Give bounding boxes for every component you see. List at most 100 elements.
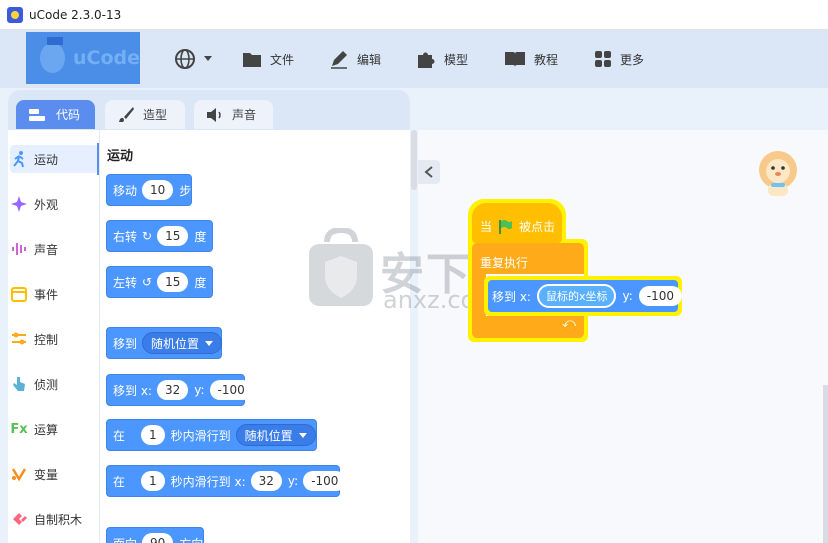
menu-more-label: 更多 xyxy=(620,52,645,67)
folder-icon xyxy=(243,53,261,67)
palette-section-title: 运动 xyxy=(107,149,134,164)
menu-edit-label: 编辑 xyxy=(357,52,382,67)
tab-code[interactable]: 代码 xyxy=(16,100,95,129)
y-input[interactable]: -100 xyxy=(303,471,347,491)
magic-wand-icon xyxy=(10,195,28,213)
waveform-icon xyxy=(10,240,28,258)
chevron-left-icon xyxy=(424,166,433,178)
block-label: 右转 xyxy=(113,229,138,244)
sliders-icon xyxy=(10,330,28,348)
category-variables-label: 变量 xyxy=(34,467,59,482)
hat-prefix: 当 xyxy=(480,220,493,234)
collapse-panel-button[interactable] xyxy=(418,160,440,184)
category-motion[interactable]: 运动 xyxy=(10,145,98,173)
category-operators[interactable]: Fx 运算 xyxy=(10,415,90,443)
globe-icon xyxy=(175,49,195,69)
category-my-blocks[interactable]: 自制积木 xyxy=(10,505,90,533)
rotate-counterclockwise-icon: ↺ xyxy=(142,275,153,289)
running-icon xyxy=(10,150,28,168)
block-unit: 度 xyxy=(194,275,207,290)
block-goto-target[interactable]: 移到 随机位置 xyxy=(106,327,223,359)
direction-input[interactable]: 90 xyxy=(142,533,174,543)
y-input[interactable]: -100 xyxy=(638,286,682,306)
x-input[interactable]: 32 xyxy=(250,471,282,491)
block-move-steps[interactable]: 移动 10 步 xyxy=(106,174,192,206)
seconds-input[interactable]: 1 xyxy=(141,425,165,445)
block-glide-xy[interactable]: 在 1 秒内滑行到 x: 32 y: -100 xyxy=(106,465,347,497)
block-label: 在 xyxy=(113,428,126,443)
category-sound[interactable]: 声音 xyxy=(10,235,90,263)
book-icon xyxy=(505,52,525,67)
script-when-flag-clicked[interactable]: 当 被点击 xyxy=(472,203,562,243)
block-label: 在 xyxy=(113,474,126,489)
palette-scrollbar[interactable] xyxy=(411,130,417,190)
forever-label: 重复执行 xyxy=(480,256,529,270)
menu-file[interactable]: 文件 xyxy=(242,48,294,70)
script-goto-xy-block[interactable]: 移到 x: 鼠标的x坐标 y: -100 xyxy=(488,280,682,312)
target-dropdown[interactable]: 随机位置 xyxy=(142,332,223,354)
x-input[interactable]: 32 xyxy=(156,380,189,400)
ucode-logo[interactable]: uCode xyxy=(26,32,140,84)
block-glide-target[interactable]: 在 1 秒内滑行到 随机位置 xyxy=(106,419,317,451)
category-sensing-label: 侦测 xyxy=(34,377,59,392)
category-looks-label: 外观 xyxy=(34,197,59,212)
block-label: 秒内滑行到 xyxy=(170,428,231,443)
menu-model[interactable]: 模型 xyxy=(416,48,468,70)
block-label: 面向 xyxy=(113,535,137,543)
custom-block-icon xyxy=(10,510,28,528)
block-label: 移到 x: xyxy=(492,289,531,304)
chevron-down-icon xyxy=(204,56,212,61)
y-input[interactable]: -100 xyxy=(209,380,253,400)
steps-input[interactable]: 10 xyxy=(142,180,174,200)
block-turn-right[interactable]: 右转 ↻ 15 度 xyxy=(106,220,213,252)
category-control-label: 控制 xyxy=(34,332,59,347)
target-dropdown[interactable]: 随机位置 xyxy=(235,424,316,446)
active-category-indicator xyxy=(97,143,99,175)
block-label: 移到 x: xyxy=(113,383,152,398)
block-unit: 步 xyxy=(179,183,192,198)
hand-pointer-icon xyxy=(10,375,28,393)
speaker-icon xyxy=(207,107,221,122)
category-events[interactable]: 事件 xyxy=(10,280,90,308)
tab-costume-label: 造型 xyxy=(143,108,168,122)
seconds-input[interactable]: 1 xyxy=(141,471,165,491)
tab-costume[interactable]: 造型 xyxy=(105,100,185,129)
lion-mascot-icon[interactable] xyxy=(756,150,800,198)
y-label: y: xyxy=(287,474,299,488)
block-label: 移动 xyxy=(113,183,138,198)
category-looks[interactable]: 外观 xyxy=(10,190,90,218)
tab-code-label: 代码 xyxy=(56,108,81,122)
degrees-input[interactable]: 15 xyxy=(157,226,189,246)
category-sound-label: 声音 xyxy=(34,242,59,257)
block-unit: 方向 xyxy=(179,535,203,543)
menu-edit[interactable]: 编辑 xyxy=(329,48,381,70)
y-label: y: xyxy=(194,383,205,397)
menu-file-label: 文件 xyxy=(270,52,295,67)
category-variables[interactable]: 变量 xyxy=(10,460,90,488)
calendar-icon xyxy=(10,285,28,303)
block-goto-xy[interactable]: 移到 x: 32 y: -100 xyxy=(106,374,253,406)
hat-suffix: 被点击 xyxy=(519,220,556,234)
mouse-x-reporter[interactable]: 鼠标的x坐标 xyxy=(536,284,617,308)
degrees-input[interactable]: 15 xyxy=(157,272,189,292)
block-point-direction[interactable]: 面向 90 方向 xyxy=(106,527,204,543)
menu-more[interactable]: 更多 xyxy=(594,48,644,70)
window-title: uCode 2.3.0-13 xyxy=(29,7,122,22)
watermark-shield-icon xyxy=(309,228,373,306)
category-sensing[interactable]: 侦测 xyxy=(10,370,90,398)
tab-sound[interactable]: 声音 xyxy=(194,100,273,129)
block-turn-left[interactable]: 左转 ↺ 15 度 xyxy=(106,266,213,298)
puzzle-icon xyxy=(418,52,435,68)
code-blocks-icon xyxy=(29,108,45,121)
app-icon xyxy=(7,6,23,23)
function-icon: Fx xyxy=(10,421,28,437)
language-menu[interactable] xyxy=(174,48,220,70)
category-control[interactable]: 控制 xyxy=(10,325,90,353)
brush-icon xyxy=(119,106,134,122)
block-unit: 度 xyxy=(194,229,207,244)
title-bar: uCode 2.3.0-13 xyxy=(0,0,828,30)
category-motion-label: 运动 xyxy=(34,152,59,167)
block-label: 秒内滑行到 x: xyxy=(170,474,246,489)
menu-tutorial[interactable]: 教程 xyxy=(504,48,558,70)
workspace-scrollbar[interactable] xyxy=(823,385,828,543)
